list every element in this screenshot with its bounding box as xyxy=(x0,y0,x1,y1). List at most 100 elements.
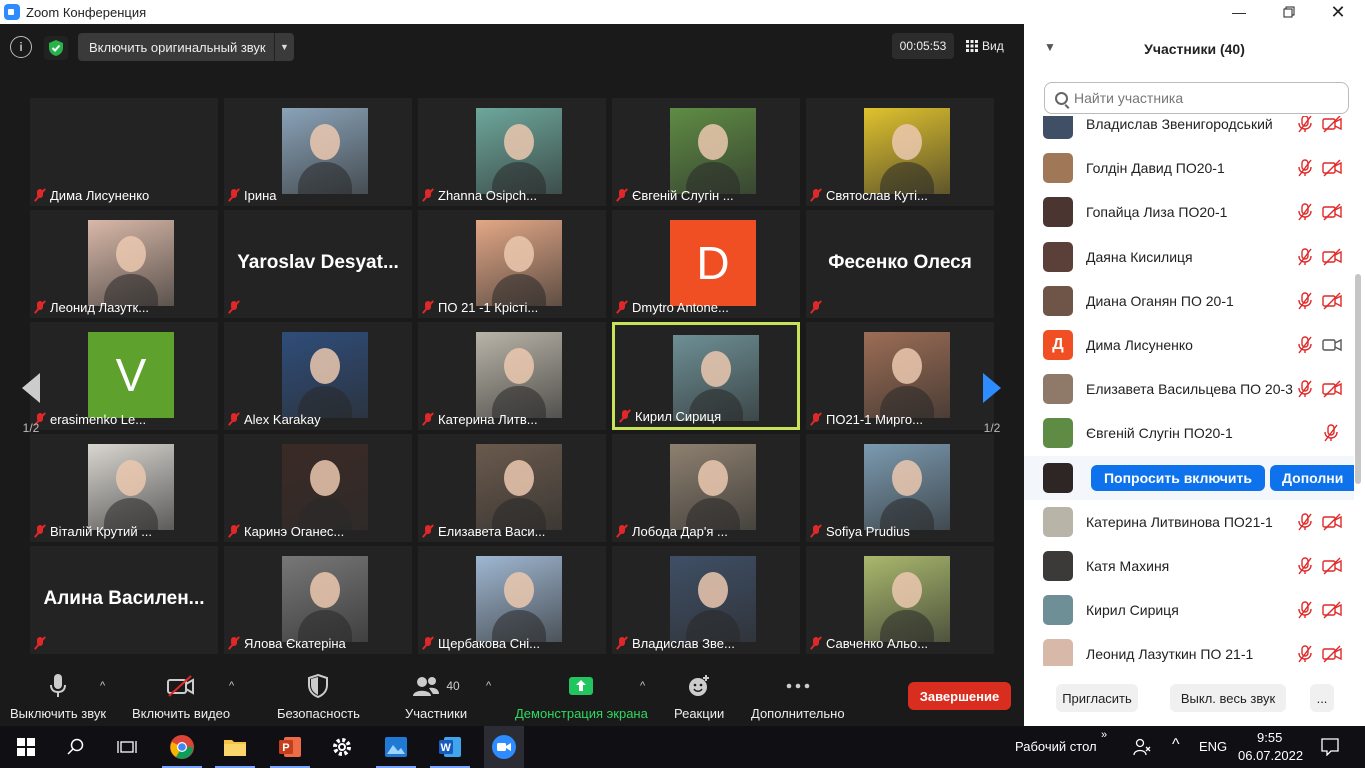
video-tile[interactable]: Yaroslav Desyat... xyxy=(224,210,412,318)
participant-row[interactable]: Диана Оганян ПО 20-1 xyxy=(1024,279,1354,323)
video-tile[interactable]: Ялова Єкатеріна xyxy=(224,546,412,654)
mic-muted-icon[interactable] xyxy=(1296,645,1314,663)
share-screen-button[interactable]: Демонстрация экрана xyxy=(515,672,648,721)
video-off-icon[interactable] xyxy=(1322,601,1342,619)
video-off-icon[interactable] xyxy=(1322,203,1342,221)
video-tile[interactable]: Zhanna Osipch... xyxy=(418,98,606,206)
video-tile[interactable]: Владислав Зве... xyxy=(612,546,800,654)
participant-row[interactable]: Гопайца Лиза ПО20-1 xyxy=(1024,190,1354,234)
clock-date[interactable]: 06.07.2022 xyxy=(1238,748,1303,763)
video-tile[interactable]: Кирил Сириця xyxy=(612,322,800,430)
participant-row[interactable]: Елизавета Васильцева ПО 20-3 xyxy=(1024,367,1354,411)
video-tile[interactable]: Каринэ Оганес... xyxy=(224,434,412,542)
word-icon[interactable]: W xyxy=(430,731,470,768)
photos-app-icon[interactable] xyxy=(376,731,416,768)
video-tile[interactable]: Катерина Литв... xyxy=(418,322,606,430)
mic-muted-icon[interactable] xyxy=(1296,116,1314,133)
chevron-down-icon[interactable]: ▼ xyxy=(274,33,294,61)
participant-row[interactable]: Леонид Лазуткин ПО 21-1 xyxy=(1024,632,1354,666)
video-tile[interactable]: Савченко Альо... xyxy=(806,546,994,654)
video-tile[interactable]: Щербакова Сні... xyxy=(418,546,606,654)
panel-scrollbar[interactable] xyxy=(1355,274,1361,484)
info-icon[interactable]: i xyxy=(10,36,32,58)
participant-row[interactable]: Катерина Литвинова ПО21-1 xyxy=(1024,500,1354,544)
video-off-icon[interactable] xyxy=(1322,116,1342,133)
video-tile[interactable]: ПО21-1 Мирго... xyxy=(806,322,994,430)
participants-list[interactable]: Владислав Звенигородський Голдін Давид ПО… xyxy=(1024,116,1354,666)
video-tile[interactable]: Лобода Дар'я ... xyxy=(612,434,800,542)
mute-all-button[interactable]: Выкл. весь звук xyxy=(1170,684,1286,712)
video-off-icon[interactable] xyxy=(1322,159,1342,177)
video-tile[interactable]: Фесенко Олеся xyxy=(806,210,994,318)
video-off-icon[interactable] xyxy=(1322,645,1342,663)
participants-button[interactable]: 40 Участники xyxy=(405,672,467,721)
video-off-icon[interactable] xyxy=(1322,380,1342,398)
mic-muted-icon[interactable] xyxy=(1296,557,1314,575)
mic-muted-icon[interactable] xyxy=(1296,203,1314,221)
participant-row[interactable]: Євгеній Слугін ПО20-1 xyxy=(1024,411,1354,455)
prev-page-button[interactable]: 1/2 xyxy=(14,354,48,454)
video-off-icon[interactable] xyxy=(1322,248,1342,266)
original-sound-button[interactable]: Включить оригинальный звук ▼ xyxy=(78,33,294,61)
toolbar-expand-icon[interactable]: » xyxy=(1101,729,1107,741)
clock-time[interactable]: 9:55 xyxy=(1257,730,1282,745)
next-page-button[interactable]: 1/2 xyxy=(975,354,1009,454)
video-tile[interactable]: Євгеній Слугін ... xyxy=(612,98,800,206)
participant-row[interactable]: Катя Махиня xyxy=(1024,544,1354,588)
video-off-icon[interactable] xyxy=(1322,513,1342,531)
settings-gear-icon[interactable] xyxy=(326,731,358,763)
participant-more-button[interactable]: Дополни xyxy=(1270,464,1354,491)
mic-muted-icon[interactable] xyxy=(1322,424,1340,442)
video-options-chevron-icon[interactable]: ^ xyxy=(229,680,234,692)
participant-row[interactable]: Д Дима Лисуненко xyxy=(1024,323,1354,367)
ask-to-unmute-button[interactable]: Попросить включить xyxy=(1091,464,1265,491)
participant-row[interactable]: Даяна Кисилиця xyxy=(1024,235,1354,279)
start-video-button[interactable]: Включить видео xyxy=(132,672,230,721)
video-tile[interactable]: Алина Василен... xyxy=(30,546,218,654)
mic-muted-icon[interactable] xyxy=(1296,292,1314,310)
minimize-button[interactable]: — xyxy=(1216,0,1262,24)
mic-muted-icon[interactable] xyxy=(1296,159,1314,177)
people-tray-icon[interactable] xyxy=(1126,731,1158,763)
participant-row[interactable]: Владислав Звенигородський xyxy=(1024,116,1354,146)
mic-muted-icon[interactable] xyxy=(1296,513,1314,531)
video-tile[interactable]: ПО 21 -1 Крісті... xyxy=(418,210,606,318)
video-tile[interactable]: Verasimenko Le... xyxy=(30,322,218,430)
chrome-icon[interactable] xyxy=(162,731,202,768)
video-tile[interactable]: D Dmytro Antone... xyxy=(612,210,800,318)
mute-button[interactable]: Выключить звук xyxy=(10,672,106,721)
video-tile[interactable]: Sofiya Prudius xyxy=(806,434,994,542)
file-explorer-icon[interactable] xyxy=(215,731,255,768)
task-view-icon[interactable] xyxy=(111,731,143,763)
video-tile[interactable]: Віталій Крутий ... xyxy=(30,434,218,542)
close-window-button[interactable]: ✕ xyxy=(1315,0,1361,24)
participant-row[interactable]: Голдін Давид ПО20-1 xyxy=(1024,146,1354,190)
video-off-icon[interactable] xyxy=(1322,557,1342,575)
participants-options-chevron-icon[interactable]: ^ xyxy=(486,680,491,692)
video-tile[interactable]: Леонид Лазутк... xyxy=(30,210,218,318)
video-tile[interactable]: Святослав Куті... xyxy=(806,98,994,206)
participant-search-input[interactable]: Найти участника xyxy=(1044,82,1349,114)
tray-overflow-chevron-icon[interactable]: ^ xyxy=(1172,736,1180,754)
maximize-button[interactable] xyxy=(1266,0,1312,24)
invite-button[interactable]: Пригласить xyxy=(1056,684,1138,712)
video-on-icon[interactable] xyxy=(1322,336,1342,354)
security-button[interactable]: Безопасность xyxy=(277,672,360,721)
share-options-chevron-icon[interactable]: ^ xyxy=(640,680,645,692)
video-tile[interactable]: Ірина xyxy=(224,98,412,206)
video-off-icon[interactable] xyxy=(1322,292,1342,310)
participant-row[interactable]: Кирил Сириця xyxy=(1024,588,1354,632)
encryption-shield-icon[interactable] xyxy=(44,36,68,60)
zoom-taskbar-icon[interactable] xyxy=(484,726,524,768)
audio-options-chevron-icon[interactable]: ^ xyxy=(100,680,105,692)
windows-start-icon[interactable] xyxy=(10,731,42,763)
mic-muted-icon[interactable] xyxy=(1296,247,1314,266)
mic-muted-icon[interactable] xyxy=(1296,336,1314,354)
search-taskbar-icon[interactable] xyxy=(60,731,92,763)
language-indicator[interactable]: ENG xyxy=(1199,739,1227,754)
end-meeting-button[interactable]: Завершение xyxy=(908,682,1011,710)
more-button[interactable]: Дополнительно xyxy=(751,672,845,721)
view-button[interactable]: Вид xyxy=(966,33,1004,59)
desktop-toolbar-label[interactable]: Рабочий стол xyxy=(1015,739,1097,754)
panel-more-button[interactable]: ... xyxy=(1310,684,1334,712)
